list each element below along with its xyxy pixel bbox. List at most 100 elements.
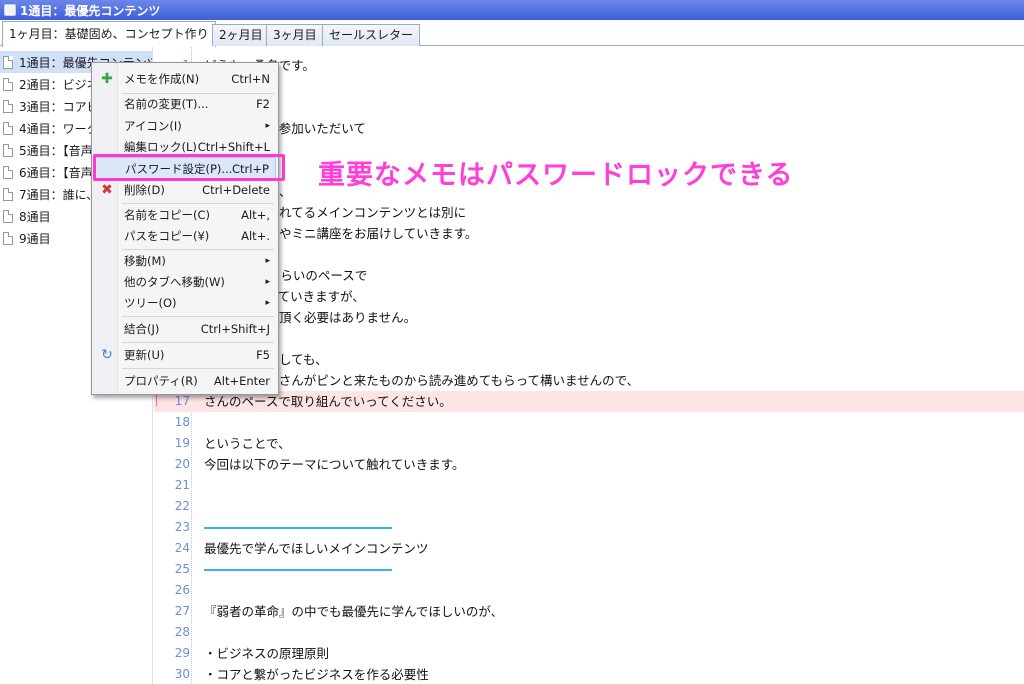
menu-item-shortcut: F5 (256, 348, 270, 362)
tab-month-3[interactable]: 3ヶ月目 (266, 24, 324, 46)
menu-item-create-memo[interactable]: ✚ メモを作成(N) Ctrl+N (94, 68, 276, 90)
tab-label: 1ヶ月目：基礎固め、コンセプト作り (9, 27, 209, 41)
editor-line: 17 さんのペースで取り組んでいってください。 (154, 391, 1024, 412)
menu-item-label: ツリー(O) (124, 296, 177, 310)
line-number: 24 (174, 541, 190, 555)
submenu-arrow-icon: ▸ (265, 121, 270, 131)
editor-line: 15回があったとしても、 (154, 349, 1024, 370)
editor-line: 23 (154, 517, 1024, 538)
menu-item-label: 更新(U) (124, 348, 165, 362)
menu-separator (122, 316, 274, 317)
editor-line: 18 (154, 412, 1024, 433)
menu-item-rename[interactable]: 名前の変更(T)... F2 (94, 93, 276, 115)
highlight-box (93, 154, 285, 181)
line-number: 28 (174, 625, 190, 639)
delete-icon: ✖ (101, 182, 113, 198)
tree-item-label: 5通目：【音声 (19, 143, 93, 158)
submenu-arrow-icon: ▸ (265, 277, 270, 287)
editor-line: 11~4日に1通くらいのペースで (154, 265, 1024, 286)
separator-rule (204, 527, 392, 529)
line-number: 22 (174, 499, 190, 513)
menu-item-shortcut: Alt+Enter (213, 374, 270, 388)
document-icon (3, 99, 13, 113)
menu-item-label: パスをコピー(¥) (124, 229, 210, 243)
line-number: 18 (174, 415, 190, 429)
document-icon (3, 165, 13, 179)
editor-line: 8イトに格納されてるメインコンテンツとは別に (154, 202, 1024, 223)
editor-line: 16ガ、あるいはさんがピンと来たものから読み進めてもらって構いませんので、 (154, 370, 1024, 391)
menu-item-label: 他のタブへ移動(W) (124, 275, 225, 289)
context-menu: ✚ メモを作成(N) Ctrl+N 名前の変更(T)... F2 アイコン(I)… (91, 62, 279, 395)
app-icon (4, 4, 16, 16)
editor-line: 13て読み進めて頂く必要はありません。 (154, 307, 1024, 328)
line-text: ・コアと繋がったビジネスを作る必要性 (204, 667, 429, 682)
document-icon (3, 143, 13, 157)
submenu-arrow-icon: ▸ (265, 256, 270, 266)
tab-label: セールスレター (329, 28, 414, 42)
menu-item-move[interactable]: 移動(M) ▸ (94, 250, 276, 272)
document-icon (3, 121, 13, 135)
tab-sales-letter[interactable]: セールスレター (322, 24, 421, 46)
menu-item-copy-name[interactable]: 名前をコピー(C) Alt+, (94, 204, 276, 226)
line-number: 25 (174, 562, 190, 576)
menu-item-delete[interactable]: ✖ 削除(D) Ctrl+Delete (94, 179, 276, 201)
separator-rule (204, 569, 392, 571)
editor-line: 2 (154, 76, 1024, 97)
editor-line: 4の革命』にご参加いただいて (154, 118, 1024, 139)
menu-item-label: プロパティ(R) (124, 374, 198, 388)
menu-item-refresh[interactable]: ↻ 更新(U) F5 (94, 344, 276, 366)
tab-month-1[interactable]: 1ヶ月目：基礎固め、コンセプト作り (2, 21, 216, 47)
menu-item-icon[interactable]: アイコン(I) ▸ (94, 115, 276, 137)
tree-item-label: 8通目 (19, 209, 51, 224)
menu-item-properties[interactable]: プロパティ(R) Alt+Enter (94, 370, 276, 392)
editor-line: 22 (154, 496, 1024, 517)
tab-month-2[interactable]: 2ヶ月目 (212, 24, 270, 46)
tab-label: 2ヶ月目 (219, 28, 263, 42)
menu-item-tree[interactable]: ツリー(O) ▸ (94, 292, 276, 314)
tree-item-label: 9通目 (19, 231, 51, 246)
tab-bar: 1ヶ月目：基礎固め、コンセプト作り 2ヶ月目 3ヶ月目 セールスレター (0, 20, 1024, 47)
menu-item-shortcut: Alt+, (241, 208, 270, 222)
menu-item-shortcut: Ctrl+N (231, 72, 270, 86)
tree-item-label: 7通目：誰に、 (19, 187, 99, 202)
line-number: 21 (174, 478, 190, 492)
line-text: ・ビジネスの原理原則 (204, 646, 330, 661)
line-text: 最優先で学んでほしいメインコンテンツ (204, 541, 429, 556)
document-icon (3, 77, 13, 91)
menu-item-shortcut: Ctrl+Shift+J (200, 322, 270, 336)
line-text: 『弱者の革命』の中でも最優先に学んでほしいのが、 (204, 604, 504, 619)
menu-item-shortcut: Alt+. (241, 229, 270, 243)
menu-item-label: 移動(M) (124, 254, 166, 268)
document-icon (3, 209, 13, 223)
line-number: 20 (174, 457, 190, 471)
editor-line: 19 ということで、 (154, 433, 1024, 454)
tree-item-label: 6通目：【音声 (19, 165, 93, 180)
menu-item-copy-path[interactable]: パスをコピー(¥) Alt+. (94, 225, 276, 247)
line-number: 30 (174, 667, 190, 681)
menu-item-label: メモを作成(N) (124, 72, 200, 86)
line-number: 23 (174, 520, 190, 534)
editor-line: 27 『弱者の革命』の中でも最優先に学んでほしいのが、 (154, 601, 1024, 622)
editor-line: 14 (154, 328, 1024, 349)
editor-line: 3ますが、 (154, 97, 1024, 118)
editor-line: 30 ・コアと繋がったビジネスを作る必要性 (154, 664, 1024, 684)
add-note-icon: ✚ (101, 71, 113, 87)
menu-item-merge[interactable]: 結合(J) Ctrl+Shift+J (94, 318, 276, 340)
refresh-icon: ↻ (101, 347, 113, 363)
menu-item-shortcut: Ctrl+Delete (202, 183, 270, 197)
menu-separator (122, 342, 274, 343)
line-number: 26 (174, 583, 190, 597)
menu-item-label: アイコン(I) (124, 119, 182, 133)
line-number: 27 (174, 604, 190, 618)
menu-item-move-to-tab[interactable]: 他のタブへ移動(W) ▸ (94, 271, 276, 293)
menu-item-shortcut: F2 (256, 97, 270, 111)
memo-editor[interactable]: 1どうも、桑名です。23ますが、4の革命』にご参加いただいて5ざいました。67メ… (154, 47, 1024, 684)
menu-item-label: 結合(J) (124, 322, 160, 336)
editor-line: 26 (154, 580, 1024, 601)
editor-line: 10 (154, 244, 1024, 265)
menu-item-label: 名前をコピー(C) (124, 208, 211, 222)
annotation-caption: 重要なメモはパスワードロックできる (318, 160, 794, 191)
editor-line: 24 最優先で学んでほしいメインコンテンツ (154, 538, 1024, 559)
editor-line: 28 (154, 622, 1024, 643)
menu-item-label: 削除(D) (124, 183, 165, 197)
